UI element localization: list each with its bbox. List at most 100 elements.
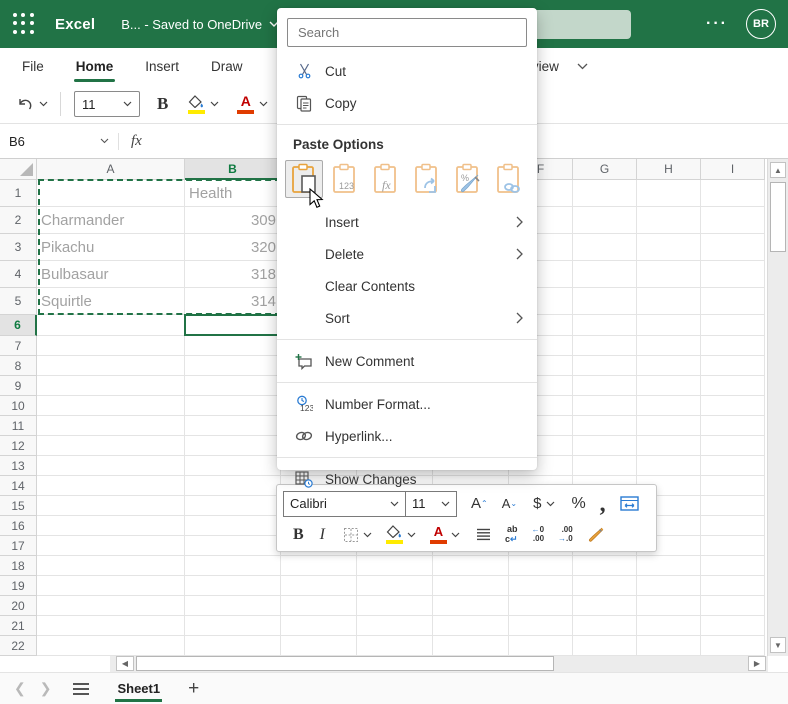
cell-I5[interactable] <box>701 288 765 315</box>
cell-A15[interactable] <box>37 496 185 516</box>
cell-G2[interactable] <box>573 207 637 234</box>
cell-E20[interactable] <box>433 596 509 616</box>
cell-G7[interactable] <box>573 336 637 356</box>
cell-C22[interactable] <box>281 636 357 656</box>
next-sheet-icon[interactable]: ❯ <box>40 680 52 697</box>
add-sheet-button[interactable]: + <box>188 678 199 700</box>
cell-A19[interactable] <box>37 576 185 596</box>
align-button[interactable] <box>472 526 495 543</box>
cell-B8[interactable] <box>185 356 281 376</box>
cell-A8[interactable] <box>37 356 185 376</box>
cell-B12[interactable] <box>185 436 281 456</box>
cell-G21[interactable] <box>573 616 637 636</box>
scroll-left-icon[interactable]: ◀ <box>116 656 134 671</box>
shrink-font-button[interactable]: A ⌄ <box>498 494 521 513</box>
tab-insert[interactable]: Insert <box>141 50 183 83</box>
select-all-corner[interactable] <box>0 159 37 180</box>
cell-H12[interactable] <box>637 436 701 456</box>
horizontal-scrollbar[interactable]: ◀ ▶ <box>110 656 768 672</box>
cell-C19[interactable] <box>281 576 357 596</box>
cell-A20[interactable] <box>37 596 185 616</box>
row-header-7[interactable]: 7 <box>0 336 37 356</box>
prev-sheet-icon[interactable]: ❮ <box>14 680 26 697</box>
menu-item-hyperlink[interactable]: Hyperlink... <box>277 420 537 452</box>
row-header-9[interactable]: 9 <box>0 376 37 396</box>
cell-B21[interactable] <box>185 616 281 636</box>
row-header-2[interactable]: 2 <box>0 207 37 234</box>
grow-font-button[interactable]: A ⌃ <box>467 493 492 514</box>
cell-I12[interactable] <box>701 436 765 456</box>
cell-H11[interactable] <box>637 416 701 436</box>
column-header-B[interactable]: B <box>185 159 281 180</box>
merge-cells-button[interactable] <box>616 494 643 513</box>
cell-B5[interactable]: 314 <box>185 288 281 315</box>
cell-A2[interactable]: Charmander <box>37 207 185 234</box>
cell-A6[interactable] <box>37 315 185 336</box>
row-header-15[interactable]: 15 <box>0 496 37 516</box>
cell-G22[interactable] <box>573 636 637 656</box>
cell-B22[interactable] <box>185 636 281 656</box>
row-header-12[interactable]: 12 <box>0 436 37 456</box>
cell-A10[interactable] <box>37 396 185 416</box>
row-header-14[interactable]: 14 <box>0 476 37 496</box>
context-menu-search-input[interactable] <box>287 18 527 47</box>
menu-item-cut[interactable]: Cut <box>277 55 537 87</box>
cell-A17[interactable] <box>37 536 185 556</box>
cell-G3[interactable] <box>573 234 637 261</box>
cell-C21[interactable] <box>281 616 357 636</box>
cell-A7[interactable] <box>37 336 185 356</box>
comma-style-button[interactable]: , <box>596 492 610 516</box>
cell-I2[interactable] <box>701 207 765 234</box>
cell-I3[interactable] <box>701 234 765 261</box>
row-header-6[interactable]: 6 <box>0 315 37 336</box>
all-sheets-menu-icon[interactable] <box>73 682 90 695</box>
cell-I13[interactable] <box>701 456 765 476</box>
paste-formulas-icon[interactable]: fx <box>367 160 405 198</box>
row-header-11[interactable]: 11 <box>0 416 37 436</box>
column-header-G[interactable]: G <box>573 159 637 180</box>
row-header-22[interactable]: 22 <box>0 636 37 656</box>
cell-D18[interactable] <box>357 556 433 576</box>
sheet-tab-sheet1[interactable]: Sheet1 <box>115 675 162 702</box>
row-header-20[interactable]: 20 <box>0 596 37 616</box>
font-size-select[interactable]: 11 <box>74 91 140 117</box>
cell-B18[interactable] <box>185 556 281 576</box>
cell-H6[interactable] <box>637 315 701 336</box>
row-header-8[interactable]: 8 <box>0 356 37 376</box>
cell-G11[interactable] <box>573 416 637 436</box>
menu-item-new-comment[interactable]: New Comment <box>277 345 537 377</box>
cell-B3[interactable]: 320 <box>185 234 281 261</box>
row-header-5[interactable]: 5 <box>0 288 37 315</box>
cell-B9[interactable] <box>185 376 281 396</box>
cell-I4[interactable] <box>701 261 765 288</box>
menu-item-insert[interactable]: Insert <box>277 206 537 238</box>
cell-H20[interactable] <box>637 596 701 616</box>
mini-fill-color-button[interactable] <box>382 523 420 546</box>
row-header-4[interactable]: 4 <box>0 261 37 288</box>
cell-B14[interactable] <box>185 476 281 496</box>
tab-file[interactable]: File <box>18 50 48 83</box>
cell-G5[interactable] <box>573 288 637 315</box>
cell-H22[interactable] <box>637 636 701 656</box>
cell-D22[interactable] <box>357 636 433 656</box>
row-header-13[interactable]: 13 <box>0 456 37 476</box>
cell-H7[interactable] <box>637 336 701 356</box>
cell-A3[interactable]: Pikachu <box>37 234 185 261</box>
cell-I16[interactable] <box>701 516 765 536</box>
menu-item-clear-contents[interactable]: Clear Contents <box>277 270 537 302</box>
paste-icon[interactable] <box>285 160 323 198</box>
cell-C20[interactable] <box>281 596 357 616</box>
font-color-button[interactable]: A <box>232 90 273 118</box>
bold-button[interactable]: B <box>152 90 173 118</box>
app-launcher-icon[interactable] <box>13 13 35 35</box>
cell-G1[interactable] <box>573 180 637 207</box>
scroll-down-icon[interactable]: ▼ <box>770 637 786 653</box>
cell-G12[interactable] <box>573 436 637 456</box>
cell-B11[interactable] <box>185 416 281 436</box>
cell-I17[interactable] <box>701 536 765 556</box>
column-header-I[interactable]: I <box>701 159 765 180</box>
cell-E22[interactable] <box>433 636 509 656</box>
cell-F18[interactable] <box>509 556 573 576</box>
menu-item-delete[interactable]: Delete <box>277 238 537 270</box>
cell-D20[interactable] <box>357 596 433 616</box>
